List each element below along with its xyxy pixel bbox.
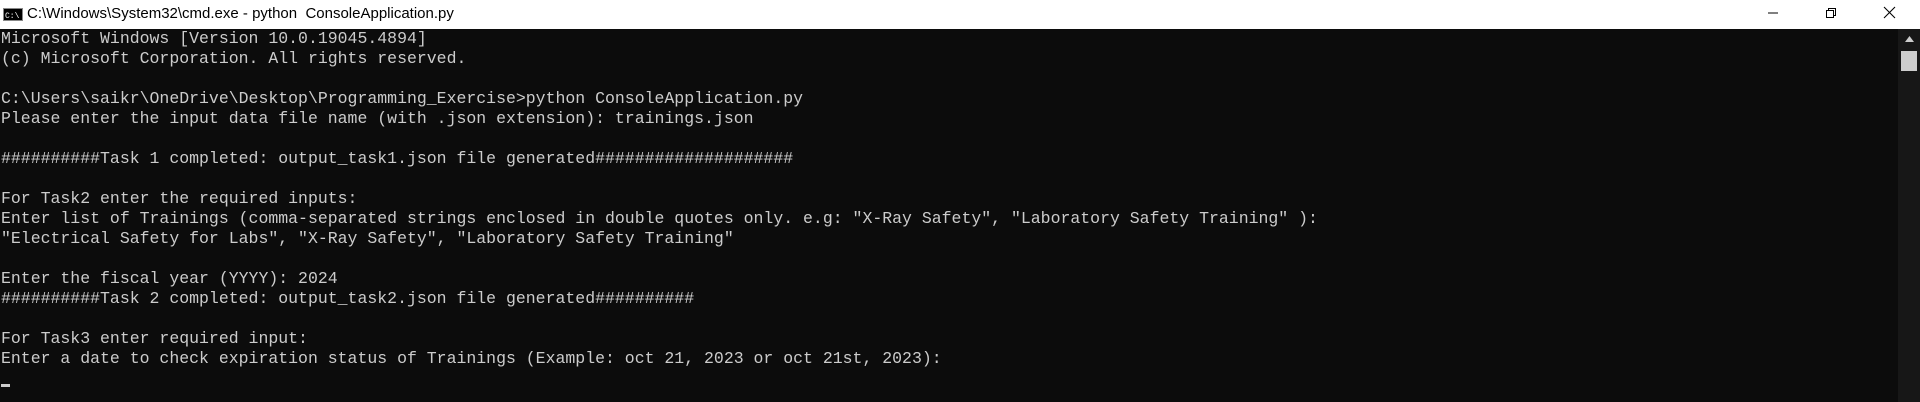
- console-line: ##########Task 1 completed: output_task1…: [1, 149, 794, 168]
- scrollbar-thumb[interactable]: [1901, 51, 1917, 71]
- console-line: Please enter the input data file name (w…: [1, 109, 754, 128]
- console-line: For Task3 enter required input:: [1, 329, 308, 348]
- minimize-button[interactable]: [1744, 0, 1802, 29]
- console-line: "Electrical Safety for Labs", "X-Ray Saf…: [1, 229, 734, 248]
- svg-text:C:\: C:\: [5, 12, 20, 21]
- title-bar[interactable]: C:\ C:\Windows\System32\cmd.exe - python…: [0, 0, 1920, 29]
- console-output[interactable]: Microsoft Windows [Version 10.0.19045.48…: [0, 29, 1898, 402]
- vertical-scrollbar[interactable]: [1898, 29, 1920, 402]
- console-line: Enter the fiscal year (YYYY): 2024: [1, 269, 338, 288]
- restore-icon: [1825, 6, 1837, 24]
- text-cursor: [1, 384, 10, 387]
- console-line: (c) Microsoft Corporation. All rights re…: [1, 49, 467, 68]
- window-title: C:\Windows\System32\cmd.exe - python Con…: [27, 5, 454, 22]
- scroll-up-arrow-icon[interactable]: [1898, 29, 1920, 49]
- console-line: ##########Task 2 completed: output_task2…: [1, 289, 695, 308]
- console-line: Microsoft Windows [Version 10.0.19045.48…: [1, 29, 427, 48]
- console-line: Enter a date to check expiration status …: [1, 349, 942, 368]
- close-icon: [1883, 6, 1896, 24]
- restore-button[interactable]: [1802, 0, 1860, 29]
- cmd-icon: C:\: [3, 8, 23, 21]
- console-line: For Task2 enter the required inputs:: [1, 189, 358, 208]
- minimize-icon: [1767, 6, 1779, 24]
- console-line: Enter list of Trainings (comma-separated…: [1, 209, 1318, 228]
- close-button[interactable]: [1860, 0, 1918, 29]
- console-line: C:\Users\saikr\OneDrive\Desktop\Programm…: [1, 89, 804, 108]
- cmd-window: C:\ C:\Windows\System32\cmd.exe - python…: [0, 0, 1920, 402]
